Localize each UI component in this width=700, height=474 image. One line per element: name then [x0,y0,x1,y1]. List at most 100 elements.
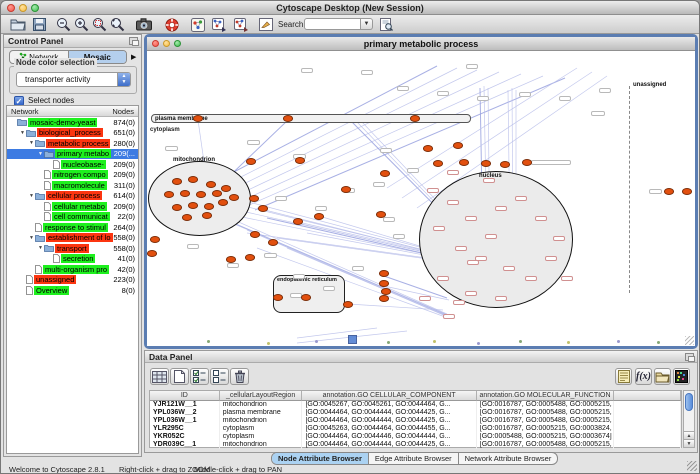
tree-row[interactable]: Overview8(0) [7,285,138,296]
table-row[interactable]: YPL036W__1mitochondrion[GO:0044464, GO:0… [150,417,681,425]
annotation-icon[interactable] [257,17,274,32]
network-node[interactable] [226,256,236,263]
function-builder-icon[interactable]: f(x) [635,368,652,385]
dropdown-stepper-icon[interactable]: ▲▼ [117,73,130,86]
table-row[interactable]: YJR121W__1mitochondrion[GO:0045267, GO:0… [150,401,681,409]
tree-row[interactable]: multi-organism pro42(0) [7,264,138,275]
network-node[interactable] [188,202,198,209]
node-label-pill[interactable] [599,88,611,93]
zoom-window-icon[interactable] [31,4,39,12]
tab-network-attribute-browser[interactable]: Network Attribute Browser [458,453,558,464]
scroll-down-icon[interactable]: ▼ [684,439,694,447]
network-node[interactable] [182,214,192,221]
table-row[interactable]: YPL036W__2plasma membrane[GO:0044464, GO… [150,409,681,417]
network-node[interactable] [258,205,268,212]
tree-row[interactable]: mosaic-demo-yeast874(0) [7,117,138,128]
node-label-pill[interactable] [315,206,327,211]
new-attribute-icon[interactable] [170,368,189,385]
network-node[interactable] [379,270,389,277]
node-label-pill[interactable] [393,234,405,239]
node-label-pill[interactable] [465,291,477,296]
node-label-pill[interactable] [485,234,497,239]
network-node[interactable] [379,295,389,302]
node-label-pill[interactable] [525,276,537,281]
network-node[interactable] [229,194,239,201]
network-import-icon[interactable] [211,17,228,32]
tree-row[interactable]: ▼transport558(0) [7,243,138,254]
network-node[interactable] [664,188,674,195]
network-node[interactable] [180,190,190,197]
node-label-pill[interactable] [419,296,431,301]
tab-edge-attribute-browser[interactable]: Edge Attribute Browser [368,453,458,464]
network-node[interactable] [164,191,174,198]
node-label-pill[interactable] [553,236,565,241]
network-node[interactable] [188,176,198,183]
node-label-pill[interactable] [519,92,531,97]
float-data-panel-icon[interactable] [685,353,694,361]
zoom-out-icon[interactable] [55,17,72,32]
node-label-pill[interactable] [531,160,571,165]
network-node[interactable] [206,181,216,188]
attribute-table-icon[interactable] [150,368,169,385]
window-resize-grip[interactable] [687,461,697,471]
node-label-pill[interactable] [352,266,364,271]
node-label-pill[interactable] [467,260,479,265]
network-node[interactable] [379,280,389,287]
node-label-pill[interactable] [483,178,495,183]
network-node[interactable] [172,204,182,211]
network-tree-header[interactable]: Network Nodes [7,106,138,117]
zoom-in-icon[interactable] [73,17,90,32]
tree-column-network[interactable]: Network [11,107,39,116]
search-input[interactable] [304,18,361,30]
expand-triangle-icon[interactable]: ▼ [37,151,44,157]
save-icon[interactable] [31,17,48,32]
network-node[interactable] [196,191,206,198]
node-label-pill[interactable] [561,276,573,281]
open-folder-icon[interactable] [9,17,26,32]
network-node[interactable] [314,213,324,220]
network-node[interactable] [453,142,463,149]
network-node[interactable] [150,236,160,243]
network-node[interactable] [204,203,214,210]
node-label-pill[interactable] [466,64,478,69]
node-label-pill[interactable] [447,200,459,205]
node-label-pill[interactable] [447,170,459,175]
tree-row[interactable]: nucleobase-209(0) [7,159,138,170]
expand-triangle-icon[interactable]: ▼ [37,245,44,251]
node-label-pill[interactable] [433,226,445,231]
node-label-pill[interactable] [545,256,557,261]
network-node[interactable] [343,301,353,308]
network-node[interactable] [301,294,311,301]
node-label-pill[interactable] [495,206,507,211]
view-resize-grip[interactable] [685,336,694,345]
tab-node-attribute-browser[interactable]: Node Attribute Browser [272,453,368,464]
minimize-view-icon[interactable] [163,40,170,47]
node-label-pill[interactable] [275,196,287,201]
node-label-pill[interactable] [227,263,239,268]
snapshot-icon[interactable] [135,17,152,32]
network-node[interactable] [218,199,228,206]
network-node[interactable] [268,239,278,246]
node-label-pill[interactable] [495,296,507,301]
node-label-pill[interactable] [465,216,477,221]
table-column-header[interactable]: annotation.GO CELLULAR_COMPONENT [302,391,476,401]
network-node[interactable] [202,212,212,219]
node-label-pill[interactable] [165,146,178,151]
expand-triangle-icon[interactable]: ▼ [28,140,35,146]
table-row[interactable]: YLR295Ccytoplasm[GO:0045263, GO:0044464,… [150,425,681,433]
table-column-header[interactable]: _cellularLayoutRegion [220,391,303,401]
select-attributes-icon[interactable] [190,368,209,385]
node-label-pill[interactable] [247,140,260,145]
node-label-pill[interactable] [437,276,449,281]
network-node[interactable] [273,294,283,301]
node-label-pill[interactable] [515,196,527,201]
network-node[interactable] [246,158,256,165]
network-node[interactable] [376,211,386,218]
node-label-pill[interactable] [187,244,199,249]
node-label-pill[interactable] [437,91,449,96]
expand-triangle-icon[interactable]: ▼ [28,193,35,199]
selected-node-square[interactable] [348,335,357,344]
select-nodes-checkbox[interactable]: ✓ [14,96,24,106]
node-color-dropdown[interactable]: transporter activity ▲▼ [16,72,131,87]
network-node[interactable] [295,157,305,164]
